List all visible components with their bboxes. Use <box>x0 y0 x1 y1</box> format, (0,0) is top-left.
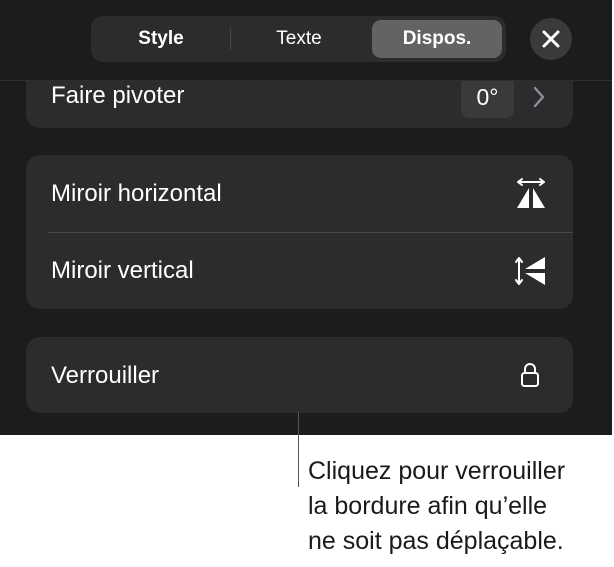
tab-dispos[interactable]: Dispos. <box>372 20 502 58</box>
lock-icon <box>519 361 541 394</box>
tab-style[interactable]: Style <box>95 20 227 58</box>
panel-header: Style Texte Dispos. <box>0 0 612 81</box>
callout-leader-line <box>298 412 299 487</box>
chevron-right-icon[interactable] <box>533 86 545 113</box>
close-icon <box>542 30 560 48</box>
flip-vertical-icon <box>514 254 548 293</box>
tab-texte[interactable]: Texte <box>233 20 365 58</box>
rotate-value-field[interactable]: 0° <box>461 76 514 118</box>
tab-bar: Style Texte Dispos. <box>91 16 506 62</box>
callout-text: Cliquez pour verrouiller la bordure afin… <box>308 454 608 559</box>
format-panel: Faire pivoter 0° Miroir horizontal Miroi… <box>0 0 612 435</box>
lock-button[interactable]: Verrouiller <box>26 337 573 413</box>
close-button[interactable] <box>530 18 572 60</box>
callout-line-3: ne soit pas déplaçable. <box>308 527 564 555</box>
lock-label: Verrouiller <box>51 362 160 389</box>
mirror-vertical-label: Miroir vertical <box>51 257 194 284</box>
tab-divider <box>230 28 231 50</box>
mirror-vertical-button[interactable]: Miroir vertical <box>26 232 573 309</box>
callout-line-1: Cliquez pour verrouiller <box>308 457 566 485</box>
callout-line-2: la bordure afin qu’elle <box>308 492 548 520</box>
flip-horizontal-icon <box>514 177 548 216</box>
mirror-horizontal-label: Miroir horizontal <box>51 180 222 207</box>
mirror-group: Miroir horizontal Miroir vertical <box>26 155 573 309</box>
mirror-horizontal-button[interactable]: Miroir horizontal <box>26 155 573 232</box>
rotate-label: Faire pivoter <box>51 82 185 109</box>
